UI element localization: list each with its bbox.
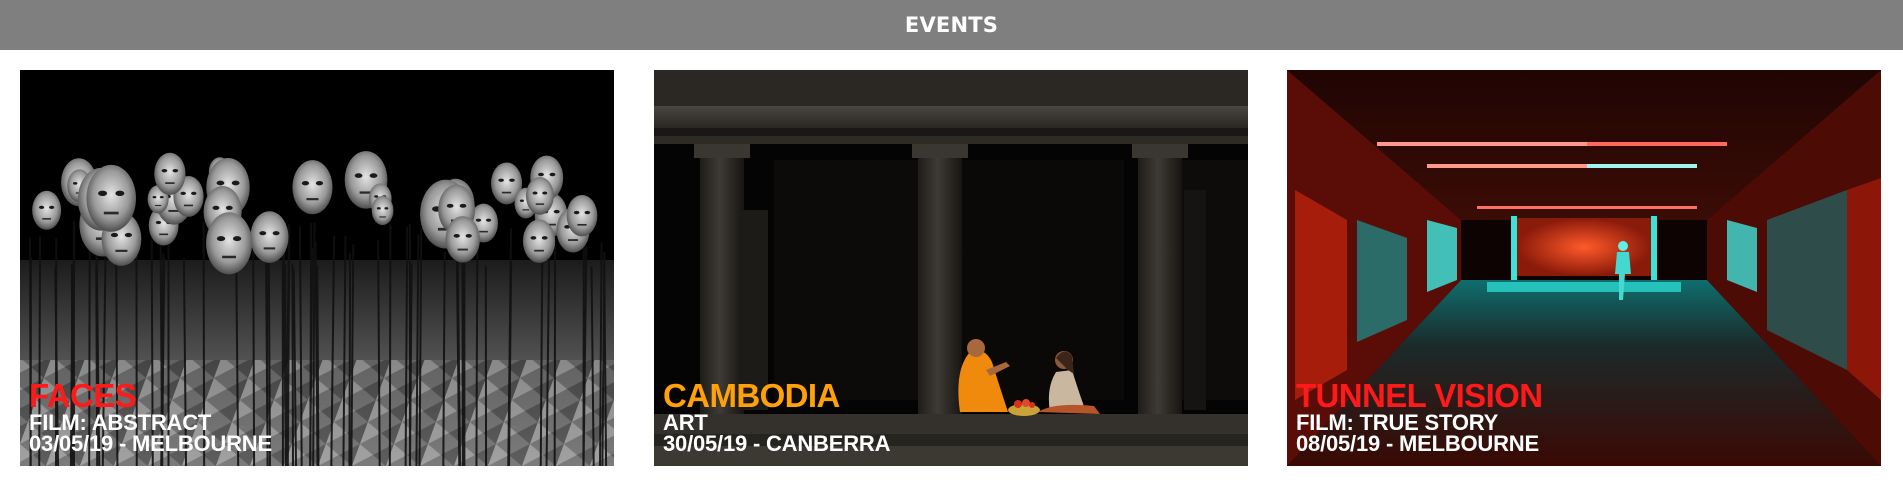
- event-card-faces[interactable]: FACES FILM: ABSTRACT 03/05/19 - MELBOURN…: [20, 70, 614, 466]
- event-card-cambodia[interactable]: CAMBODIA ART 30/05/19 - CANBERRA: [654, 70, 1248, 466]
- event-date-location: 03/05/19 - MELBOURNE: [29, 431, 272, 456]
- event-title[interactable]: CAMBODIA: [663, 379, 1239, 412]
- event-title[interactable]: FACES: [29, 379, 605, 412]
- events-header: EVENTS: [0, 0, 1903, 50]
- event-category: FILM: TRUE STORY: [1296, 410, 1499, 435]
- event-title[interactable]: TUNNEL VISION: [1296, 379, 1872, 412]
- event-card-tunnel-vision[interactable]: TUNNEL VISION FILM: TRUE STORY 08/05/19 …: [1287, 70, 1881, 466]
- event-date-location: 30/05/19 - CANBERRA: [663, 431, 891, 456]
- page-title: EVENTS: [904, 13, 999, 37]
- event-category: ART: [663, 410, 708, 435]
- event-caption: TUNNEL VISION FILM: TRUE STORY 08/05/19 …: [1296, 379, 1872, 456]
- event-date-location: 08/05/19 - MELBOURNE: [1296, 431, 1539, 456]
- event-category: FILM: ABSTRACT: [29, 410, 212, 435]
- event-caption: CAMBODIA ART 30/05/19 - CANBERRA: [663, 379, 1239, 456]
- event-caption: FACES FILM: ABSTRACT 03/05/19 - MELBOURN…: [29, 379, 605, 456]
